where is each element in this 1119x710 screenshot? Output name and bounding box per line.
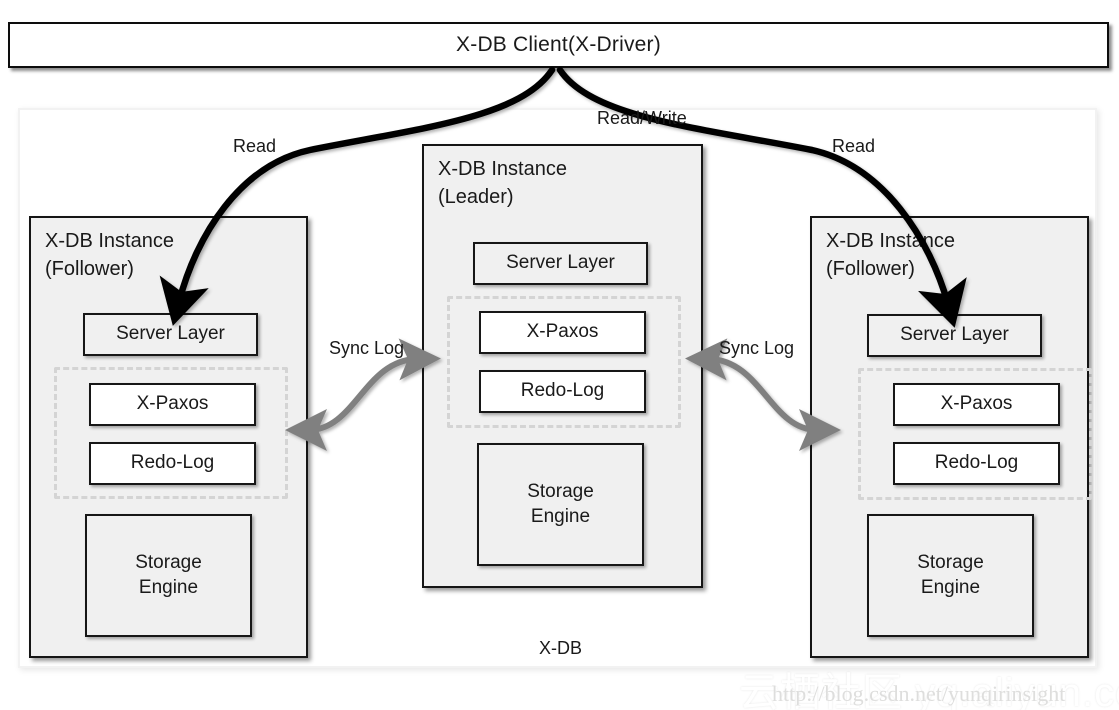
edge-label-sync-log-left: Sync Log (329, 338, 405, 358)
instance-follower-right: X-DB Instance (Follower) Server Layer X-… (810, 216, 1092, 658)
instance-leader: X-DB Instance (Leader) Server Layer X-Pa… (422, 144, 703, 588)
leader-server-layer-label: Server Layer (506, 252, 615, 274)
follower-left-storage-engine: Storage Engine (85, 514, 252, 637)
instance-title-leader: X-DB Instance (Leader) (438, 158, 567, 209)
follower-left-server-layer-label: Server Layer (116, 323, 225, 345)
watermark-secondary: http://blog.csdn.net/yunqirinsight (772, 681, 1066, 706)
follower-right-x-paxos-label: X-Paxos (940, 393, 1013, 415)
follower-right-server-layer-label: Server Layer (900, 324, 1009, 346)
follower-right-x-paxos: X-Paxos (893, 383, 1060, 426)
follower-left-server-layer: Server Layer (83, 313, 258, 356)
leader-server-layer: Server Layer (473, 242, 648, 285)
follower-left-x-paxos-label: X-Paxos (136, 393, 209, 415)
follower-left-storage-engine-label: Storage Engine (135, 551, 202, 598)
leader-storage-engine-label: Storage Engine (527, 480, 594, 527)
follower-right-server-layer: Server Layer (867, 314, 1042, 357)
edge-label-read-left: Read (233, 136, 277, 156)
xdb-cluster-caption: X-DB (539, 638, 583, 658)
leader-redo-log-label: Redo-Log (520, 380, 605, 402)
follower-left-redo-log-label: Redo-Log (130, 452, 215, 474)
edge-label-sync-log-right: Sync Log (719, 338, 795, 358)
follower-right-storage-engine: Storage Engine (867, 514, 1034, 637)
diagram-canvas: X-DB Client(X-Driver) X-DB Instance (Fol… (0, 0, 1119, 710)
follower-right-redo-log-label: Redo-Log (934, 452, 1019, 474)
follower-left-redo-log: Redo-Log (89, 442, 256, 485)
leader-x-paxos-label: X-Paxos (526, 321, 599, 343)
follower-left-x-paxos: X-Paxos (89, 383, 256, 426)
leader-storage-engine: Storage Engine (477, 443, 644, 566)
edge-label-read-right: Read (832, 136, 876, 156)
edge-label-read-write: Read/Write (597, 108, 687, 128)
xdb-client-label: X-DB Client(X-Driver) (456, 33, 661, 56)
instance-title-follower-left: X-DB Instance (Follower) (45, 230, 174, 281)
follower-right-storage-engine-label: Storage Engine (917, 551, 984, 598)
xdb-client-box: X-DB Client(X-Driver) (8, 22, 1109, 68)
leader-redo-log: Redo-Log (479, 370, 646, 413)
instance-follower-left: X-DB Instance (Follower) Server Layer X-… (29, 216, 308, 658)
instance-title-follower-right: X-DB Instance (Follower) (826, 230, 955, 281)
follower-right-redo-log: Redo-Log (893, 442, 1060, 485)
leader-x-paxos: X-Paxos (479, 311, 646, 354)
